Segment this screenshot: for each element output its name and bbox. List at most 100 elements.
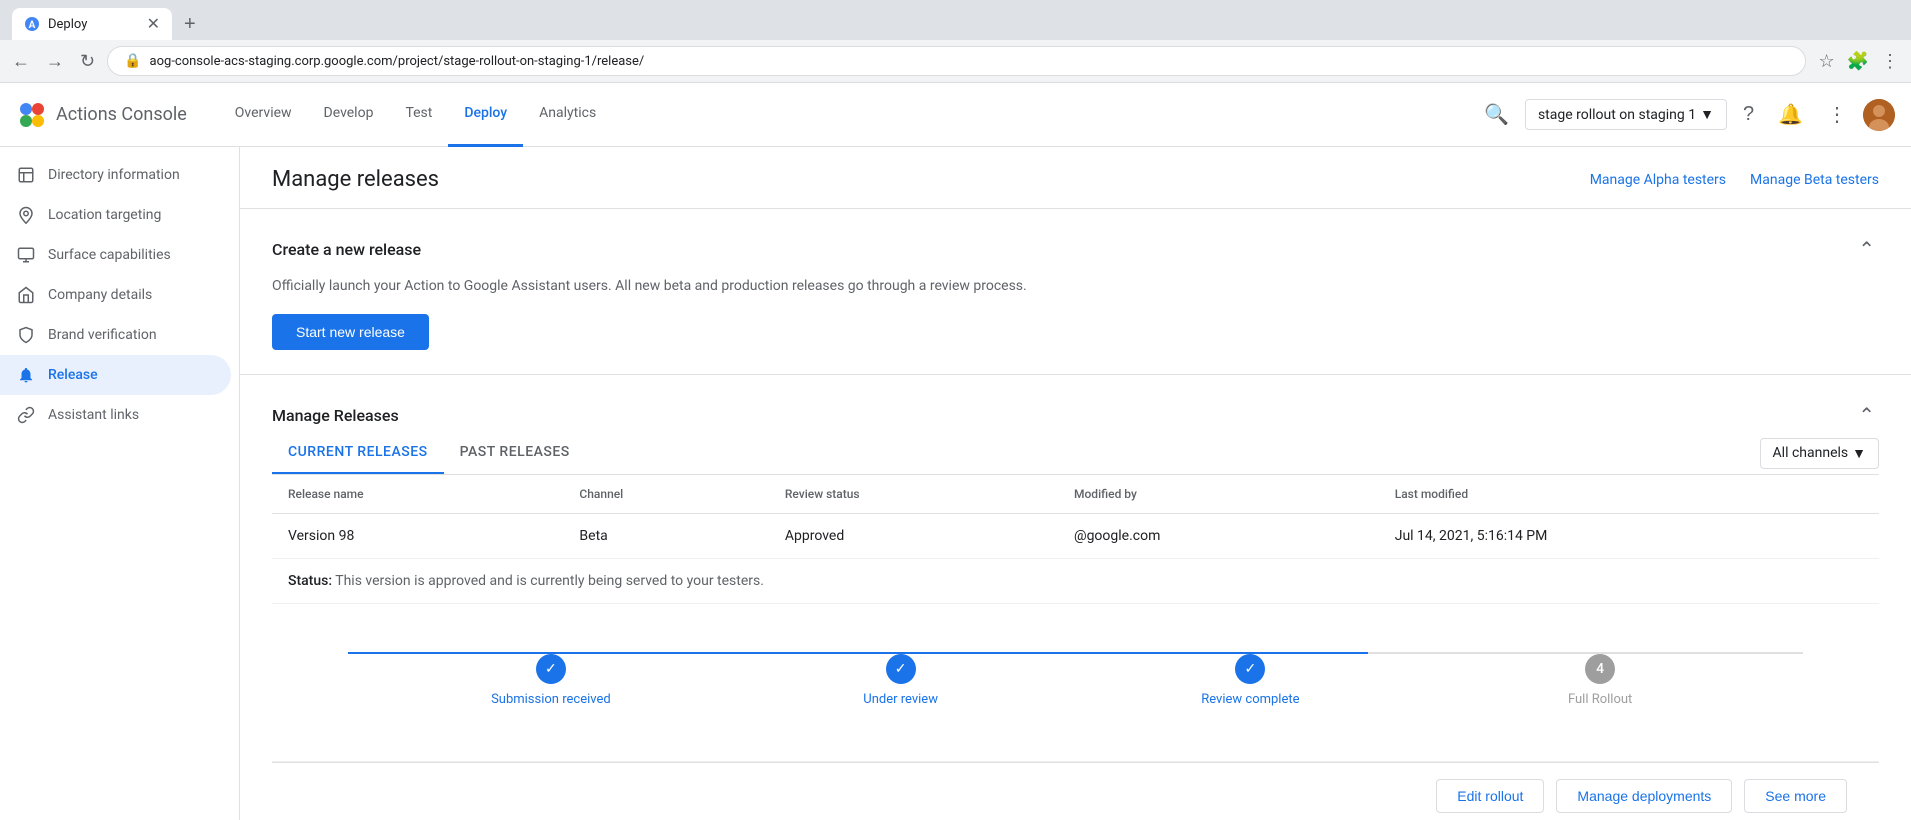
step-label-complete[interactable]: Review complete <box>1201 692 1299 707</box>
help-button[interactable]: ? <box>1735 95 1762 134</box>
reload-button[interactable]: ↻ <box>76 47 99 76</box>
browser-right-icons: ☆ 🧩 ⋮ <box>1814 47 1903 76</box>
page-header: Manage releases Manage Alpha testers Man… <box>240 147 1911 209</box>
browser-chrome: A Deploy ✕ + <box>0 0 1911 40</box>
see-more-button[interactable]: See more <box>1744 779 1847 813</box>
back-button[interactable]: ← <box>8 47 34 76</box>
sidebar-item-surface-capabilities[interactable]: Surface capabilities <box>0 235 231 275</box>
browser-menu-button[interactable]: ⋮ <box>1877 47 1903 76</box>
step-under-review: ✓ Under review <box>726 654 1076 707</box>
user-avatar[interactable] <box>1863 99 1895 131</box>
browser-address-bar: ← → ↻ 🔒 aog-console-acs-staging.corp.goo… <box>0 40 1911 83</box>
browser-tab-active[interactable]: A Deploy ✕ <box>12 8 172 40</box>
table-row[interactable]: Version 98 Beta Approved @google.com Jul… <box>272 514 1879 559</box>
logo-area: Actions Console <box>16 99 187 131</box>
cell-modified-by: @google.com <box>1058 514 1379 559</box>
cell-review-status: Approved <box>769 514 1058 559</box>
channel-filter-chevron-icon: ▼ <box>1852 445 1866 462</box>
step-review-complete: ✓ Review complete <box>1076 654 1426 707</box>
more-options-button[interactable]: ⋮ <box>1819 94 1855 135</box>
project-dropdown-icon: ▼ <box>1700 106 1714 123</box>
step-circle-rollout: 4 <box>1585 654 1615 684</box>
header-links: Manage Alpha testers Manage Beta testers <box>1590 172 1879 188</box>
content-area: Manage releases Manage Alpha testers Man… <box>240 147 1911 820</box>
address-bar[interactable]: 🔒 aog-console-acs-staging.corp.google.co… <box>107 46 1806 76</box>
sidebar-item-assistant-links[interactable]: Assistant links <box>0 395 231 435</box>
step-label-review[interactable]: Under review <box>863 692 938 707</box>
create-release-title: Create a new release <box>272 240 421 259</box>
nav-link-develop[interactable]: Develop <box>308 83 390 147</box>
manage-alpha-testers-link[interactable]: Manage Alpha testers <box>1590 172 1726 188</box>
progress-tracker: ✓ Submission received ✓ Under review <box>360 634 1791 723</box>
sidebar-item-company-details[interactable]: Company details <box>0 275 231 315</box>
step-label-rollout: Full Rollout <box>1568 692 1632 707</box>
surface-capabilities-icon <box>16 245 36 265</box>
page-title: Manage releases <box>272 167 439 192</box>
releases-tabs: CURRENT RELEASES PAST RELEASES All chann… <box>272 432 1879 475</box>
brand-verification-icon <box>16 325 36 345</box>
releases-table: Release name Channel Review status Modif… <box>272 475 1879 762</box>
project-selector[interactable]: stage rollout on staging 1 ▼ <box>1525 99 1727 130</box>
status-text: This version is approved and is currentl… <box>335 573 764 589</box>
create-release-collapse-button[interactable]: ⌃ <box>1854 233 1879 266</box>
tab-title: Deploy <box>48 17 87 32</box>
table-header-row: Release name Channel Review status Modif… <box>272 475 1879 514</box>
tab-current-releases[interactable]: CURRENT RELEASES <box>272 432 444 474</box>
step-label-submission[interactable]: Submission received <box>491 692 611 707</box>
create-release-body: Officially launch your Action to Google … <box>240 266 1911 374</box>
nav-link-test[interactable]: Test <box>389 83 448 147</box>
app-name: Actions Console <box>56 104 187 125</box>
main-area: Directory information Location targeting… <box>0 147 1911 820</box>
manage-releases-title: Manage Releases <box>272 406 399 425</box>
sidebar-item-directory-information[interactable]: Directory information <box>0 155 231 195</box>
cell-channel: Beta <box>563 514 768 559</box>
start-new-release-button[interactable]: Start new release <box>272 314 429 350</box>
nav-link-overview[interactable]: Overview <box>219 83 308 147</box>
channel-filter-label: All channels <box>1773 445 1849 461</box>
create-release-description: Officially launch your Action to Google … <box>272 278 1879 294</box>
progress-row-cell: ✓ Submission received ✓ Under review <box>272 604 1879 762</box>
col-review-status: Review status <box>769 475 1058 514</box>
manage-deployments-button[interactable]: Manage deployments <box>1556 779 1732 813</box>
sidebar-item-label: Directory information <box>48 167 180 183</box>
new-tab-button[interactable]: + <box>176 9 204 40</box>
edit-rollout-button[interactable]: Edit rollout <box>1436 779 1544 813</box>
sidebar-item-release[interactable]: Release <box>0 355 231 395</box>
col-channel: Channel <box>563 475 768 514</box>
channel-filter-dropdown[interactable]: All channels ▼ <box>1760 438 1879 469</box>
step-circle-complete: ✓ <box>1235 654 1265 684</box>
status-row-cell: Status: This version is approved and is … <box>272 559 1879 604</box>
bookmark-button[interactable]: ☆ <box>1814 47 1838 76</box>
table-status-row: Status: This version is approved and is … <box>272 559 1879 604</box>
sidebar-item-label: Location targeting <box>48 207 161 223</box>
search-button[interactable]: 🔍 <box>1476 94 1517 135</box>
nav-link-deploy[interactable]: Deploy <box>448 83 523 147</box>
sidebar-item-label: Brand verification <box>48 327 157 343</box>
forward-button[interactable]: → <box>42 47 68 76</box>
releases-table-header: Release name Channel Review status Modif… <box>272 475 1879 514</box>
tab-close-button[interactable]: ✕ <box>147 16 160 32</box>
col-modified-by: Modified by <box>1058 475 1379 514</box>
sidebar-item-label: Assistant links <box>48 407 139 423</box>
manage-releases-section: Manage Releases ⌃ CURRENT RELEASES PAST … <box>240 375 1911 820</box>
extensions-button[interactable]: 🧩 <box>1843 47 1873 76</box>
top-nav: Actions Console Overview Develop Test De… <box>0 83 1911 147</box>
nav-right: 🔍 stage rollout on staging 1 ▼ ? 🔔 ⋮ <box>1476 94 1895 135</box>
tab-favicon: A <box>24 16 40 32</box>
project-name: stage rollout on staging 1 <box>1538 107 1696 123</box>
release-icon <box>16 365 36 385</box>
manage-releases-collapse-button[interactable]: ⌃ <box>1854 399 1879 432</box>
top-nav-links: Overview Develop Test Deploy Analytics <box>219 83 612 147</box>
nav-link-analytics[interactable]: Analytics <box>523 83 612 147</box>
manage-beta-testers-link[interactable]: Manage Beta testers <box>1750 172 1879 188</box>
step-circle-submission: ✓ <box>536 654 566 684</box>
svg-text:A: A <box>29 20 36 31</box>
directory-information-icon <box>16 165 36 185</box>
sidebar-item-brand-verification[interactable]: Brand verification <box>0 315 231 355</box>
sidebar: Directory information Location targeting… <box>0 147 240 820</box>
tab-past-releases[interactable]: PAST RELEASES <box>444 432 586 474</box>
sidebar-item-location-targeting[interactable]: Location targeting <box>0 195 231 235</box>
notifications-button[interactable]: 🔔 <box>1770 94 1811 135</box>
sidebar-item-label: Surface capabilities <box>48 247 171 263</box>
create-release-header: Create a new release ⌃ <box>240 209 1911 266</box>
